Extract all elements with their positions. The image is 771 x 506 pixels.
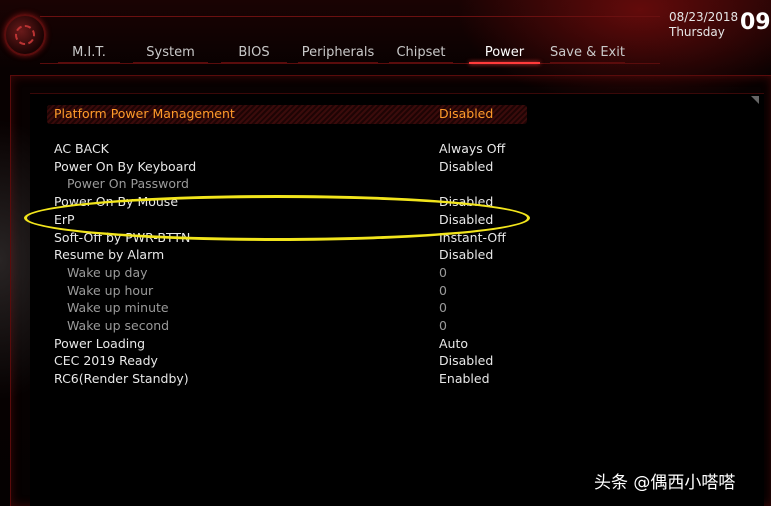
tab-power[interactable]: Power (469, 44, 540, 66)
date-display: 08/23/2018 Thursday (669, 10, 738, 40)
setting-label: Wake up hour (67, 282, 154, 298)
setting-value: Always Off (439, 141, 506, 156)
tab-chipset[interactable]: Chipset (389, 44, 453, 66)
setting-label: Wake up minute (67, 300, 169, 316)
setting-label: Resume by Alarm (54, 247, 165, 263)
setting-label: AC BACK (54, 141, 109, 156)
tab-bios[interactable]: BIOS (221, 44, 287, 66)
gear-icon (15, 25, 35, 45)
setting-value: Disabled (439, 106, 494, 121)
tab-system[interactable]: System (133, 44, 208, 66)
tab-peripherals[interactable]: Peripherals (298, 44, 378, 66)
scroll-corner-icon (751, 96, 759, 104)
date-text: 08/23/2018 (669, 10, 739, 24)
setting-label: Wake up day (67, 264, 148, 280)
setting-label: Wake up second (67, 318, 170, 333)
setting-label: CEC 2019 Ready (54, 353, 158, 369)
time-display: 09 (740, 10, 771, 35)
setting-value: 0 (439, 264, 447, 280)
setting-value: 0 (439, 282, 447, 298)
setting-label: RC6(Render Standby) (54, 371, 189, 387)
annotation-ellipse (24, 195, 530, 241)
setting-value: Disabled (439, 353, 494, 369)
setting-label: Power Loading (54, 335, 146, 351)
setting-label: Platform Power Management (54, 106, 235, 121)
setting-value: Enabled (439, 371, 490, 387)
setting-value: Auto (439, 335, 469, 351)
setting-label: Power On Password (67, 176, 189, 192)
setting-value: Disabled (439, 158, 494, 174)
setting-value: 0 (439, 300, 447, 316)
tab-save-exit[interactable]: Save & Exit (550, 44, 625, 66)
setting-value: 0 (439, 318, 447, 333)
day-text: Thursday (669, 25, 725, 39)
setting-value: Disabled (439, 247, 494, 263)
setting-label: Power On By Keyboard (54, 158, 197, 174)
watermark-text: 头条 @偶西小嗒嗒 (594, 473, 736, 493)
tab-mit[interactable]: M.I.T. (58, 44, 120, 66)
